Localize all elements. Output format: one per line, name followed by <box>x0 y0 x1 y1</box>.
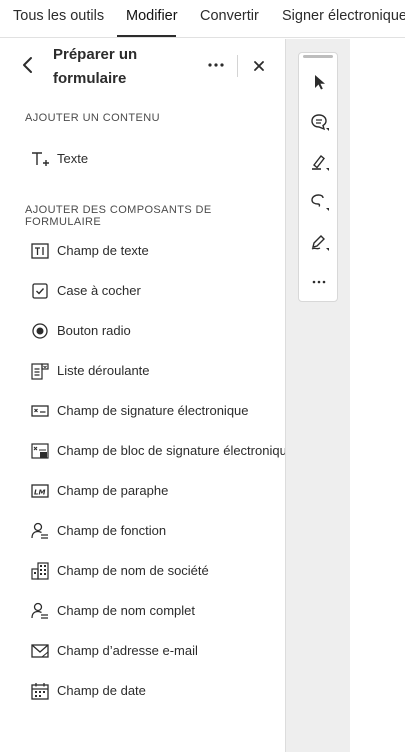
document-canvas <box>350 39 405 752</box>
company-name-label: Champ de nom de société <box>57 563 209 578</box>
tool-rail <box>298 52 338 302</box>
comment-icon <box>311 114 329 131</box>
more-tools-icon <box>312 280 326 284</box>
initials-field-icon: LM <box>31 484 49 498</box>
back-button[interactable] <box>16 53 40 77</box>
menu-all-tools[interactable]: Tous les outils <box>13 8 104 24</box>
title-person-icon <box>31 522 48 539</box>
initials-field-item[interactable]: LM Champ de paraphe <box>30 478 285 504</box>
email-field-label: Champ d’adresse e-mail <box>57 643 198 658</box>
full-name-person-icon <box>31 602 48 619</box>
title-field-label: Champ de fonction <box>57 523 167 538</box>
dropdown-list-icon <box>31 363 49 380</box>
highlighter-icon <box>312 154 329 171</box>
sign-tool-button[interactable] <box>305 228 333 256</box>
company-building-icon <box>31 562 49 580</box>
chevron-left-icon <box>23 57 32 73</box>
top-menu-bar: Tous les outils Modifier Convertir Signe… <box>0 0 405 38</box>
active-tab-indicator <box>117 35 176 37</box>
prepare-form-panel: Préparer un formulaire AJOUTER UN CONTEN… <box>0 39 285 752</box>
title-field-item[interactable]: Champ de fonction <box>30 518 285 544</box>
close-panel-button[interactable] <box>250 57 268 75</box>
signature-field-label: Champ de signature électronique <box>57 403 249 418</box>
menu-convert[interactable]: Convertir <box>200 8 259 24</box>
full-name-label: Champ de nom complet <box>57 603 196 618</box>
date-field-label: Champ de date <box>57 683 146 698</box>
radio-button-label: Bouton radio <box>57 323 131 338</box>
checkbox-label: Case à cocher <box>57 283 141 298</box>
highlight-tool-button[interactable] <box>305 148 333 176</box>
more-tools-button[interactable] <box>305 268 333 296</box>
signature-field-item[interactable]: Champ de signature électronique <box>30 398 285 424</box>
draw-tool-button[interactable] <box>305 188 333 216</box>
section-add-content: AJOUTER UN CONTENU <box>25 112 160 124</box>
menu-esign[interactable]: Signer électronique <box>282 8 405 24</box>
calendar-icon <box>31 683 49 700</box>
text-field-label: Champ de texte <box>57 243 149 258</box>
panel-title: Préparer un formulaire <box>53 46 138 87</box>
add-text-label: Texte <box>57 151 89 166</box>
checkbox-icon <box>32 283 48 299</box>
date-field-item[interactable]: Champ de date <box>30 678 285 704</box>
header-divider <box>237 55 238 77</box>
add-text-item[interactable]: Texte <box>30 146 285 172</box>
comment-tool-button[interactable] <box>305 108 333 136</box>
radio-button-item[interactable]: Bouton radio <box>30 318 285 344</box>
company-name-item[interactable]: Champ de nom de société <box>30 558 285 584</box>
signature-field-icon <box>31 405 49 417</box>
close-icon <box>254 61 264 71</box>
svg-text:LM: LM <box>34 489 45 497</box>
signature-block-label: Champ de bloc de signature électronique <box>57 443 285 458</box>
full-name-item[interactable]: Champ de nom complet <box>30 598 285 624</box>
text-field-icon <box>31 243 49 259</box>
signature-block-item[interactable]: Champ de bloc de signature électronique <box>30 438 285 464</box>
more-options-button[interactable] <box>204 55 228 75</box>
more-horizontal-icon <box>208 63 224 67</box>
email-envelope-icon <box>31 644 49 658</box>
dropdown-list-label: Liste déroulante <box>57 363 150 378</box>
checkbox-item[interactable]: Case à cocher <box>30 278 285 304</box>
email-field-item[interactable]: Champ d’adresse e-mail <box>30 638 285 664</box>
signature-block-icon <box>31 443 49 459</box>
menu-edit[interactable]: Modifier <box>126 8 178 24</box>
sign-pen-icon <box>311 235 329 251</box>
text-field-item[interactable]: Champ de texte <box>30 238 285 264</box>
rail-drag-handle[interactable] <box>303 55 333 58</box>
lasso-draw-icon <box>311 194 329 211</box>
select-tool-button[interactable] <box>305 68 333 96</box>
initials-field-label: Champ de paraphe <box>57 483 169 498</box>
dropdown-list-item[interactable]: Liste déroulante <box>30 358 285 384</box>
add-text-icon <box>32 152 49 166</box>
select-pointer-icon <box>315 75 325 90</box>
radio-button-icon <box>32 323 48 339</box>
section-add-form-components: AJOUTER DES COMPOSANTS DE FORMULAIRE <box>25 204 212 228</box>
